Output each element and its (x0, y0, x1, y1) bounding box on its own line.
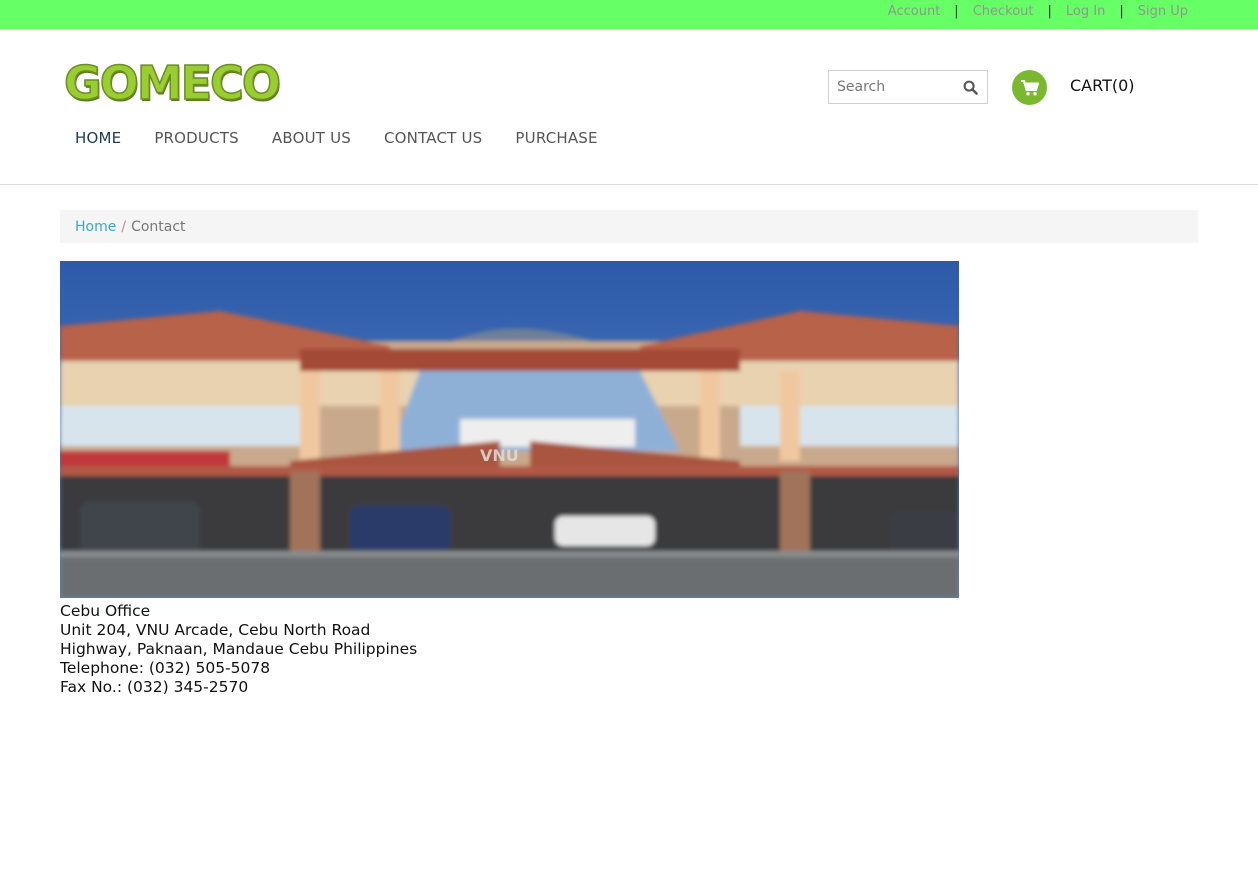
building-sign-text: VNU (480, 446, 519, 465)
address-line-2: Highway, Paknaan, Mandaue Cebu Philippin… (60, 640, 418, 658)
breadcrumb-separator: / (121, 218, 127, 235)
divider: | (1047, 4, 1052, 19)
nav-contact-us[interactable]: CONTACT US (384, 129, 482, 147)
signup-link[interactable]: Sign Up (1138, 4, 1188, 19)
office-address: Cebu Office Unit 204, VNU Arcade, Cebu N… (60, 602, 417, 697)
nav-about-us[interactable]: ABOUT US (272, 129, 351, 147)
divider: | (1119, 4, 1124, 19)
breadcrumb: Home / Contact (60, 210, 1198, 243)
office-building-photo: VNU (60, 261, 959, 598)
search-box (828, 70, 988, 104)
fax-number: Fax No.: (032) 345-2570 (60, 678, 249, 696)
checkout-link[interactable]: Checkout (973, 4, 1034, 19)
top-bar: Account | Checkout | Log In | Sign Up (0, 0, 1258, 29)
telephone-number: Telephone: (032) 505-5078 (60, 659, 271, 677)
divider: | (954, 4, 959, 19)
shopping-cart-icon[interactable] (1012, 70, 1047, 105)
nav-purchase[interactable]: PURCHASE (515, 129, 597, 147)
search-input[interactable] (829, 72, 955, 102)
top-links: Account | Checkout | Log In | Sign Up (888, 4, 1188, 19)
breadcrumb-home-link[interactable]: Home (75, 219, 116, 235)
nav-home[interactable]: HOME (75, 129, 121, 147)
cart-link[interactable]: CART(0) (1070, 76, 1135, 95)
account-link[interactable]: Account (888, 4, 941, 19)
header-divider (0, 184, 1258, 185)
site-logo[interactable]: GOMECO (63, 57, 281, 109)
nav-products[interactable]: PRODUCTS (154, 129, 239, 147)
main-nav: HOME PRODUCTS ABOUT US CONTACT US PURCHA… (75, 129, 631, 147)
login-link[interactable]: Log In (1066, 4, 1105, 19)
breadcrumb-current: Contact (131, 218, 186, 235)
search-icon[interactable] (955, 72, 985, 102)
address-line-1: Unit 204, VNU Arcade, Cebu North Road (60, 621, 371, 639)
office-title: Cebu Office (60, 602, 151, 620)
